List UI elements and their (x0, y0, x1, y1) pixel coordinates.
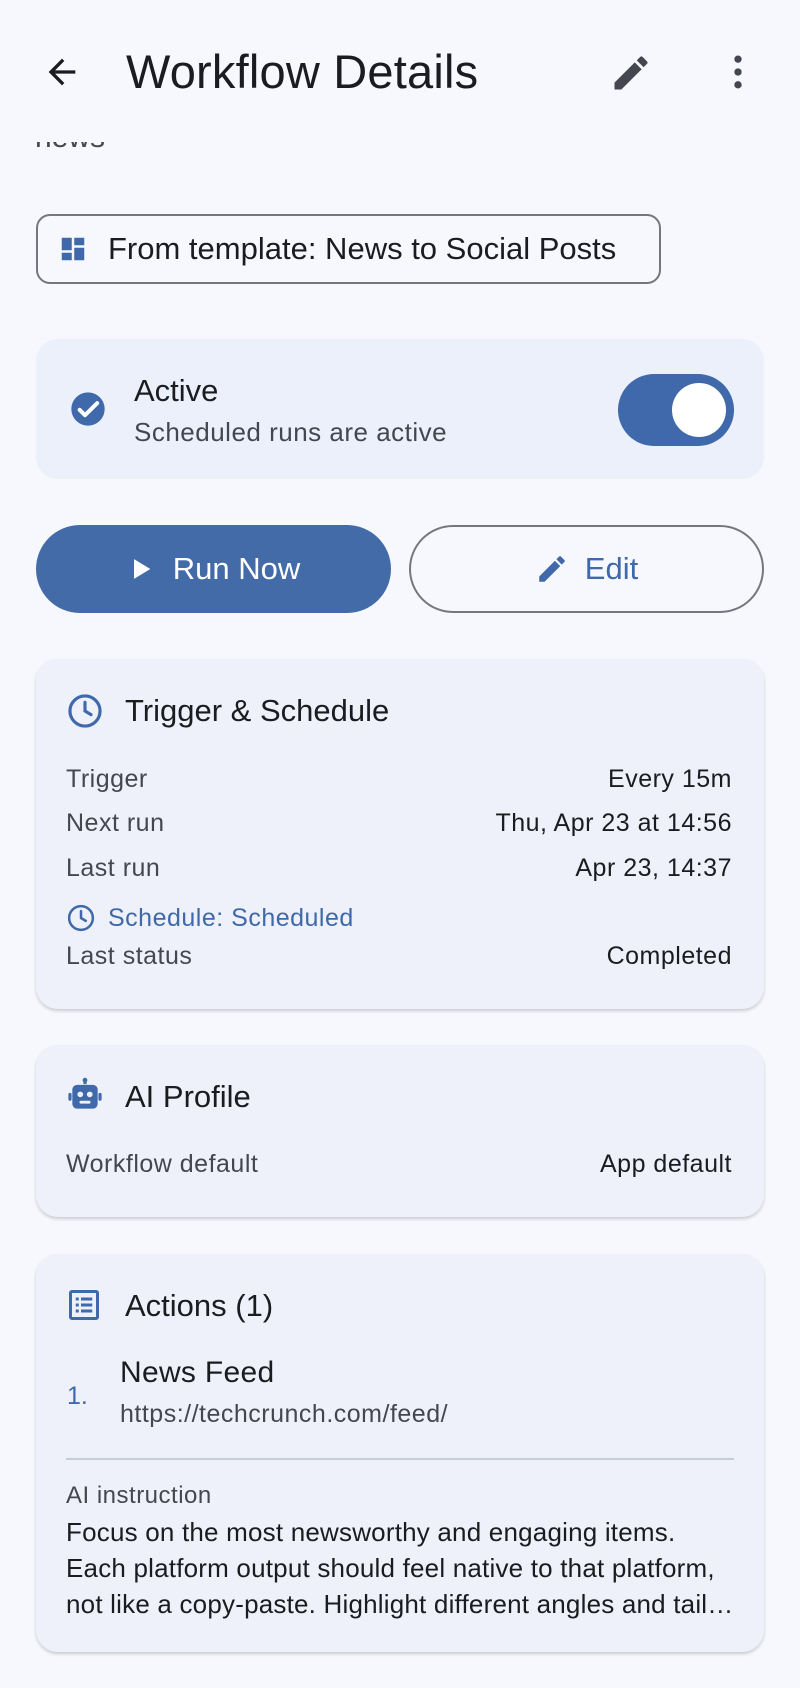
active-subtitle: Scheduled runs are active (134, 417, 448, 447)
toggle-knob (672, 383, 726, 437)
run-now-label: Run Now (172, 551, 301, 586)
edit-workflow-button[interactable] (606, 48, 656, 98)
pencil-icon (614, 56, 648, 90)
schedule-status-text: Schedule: Scheduled (108, 903, 354, 932)
ai-profile-title: AI Profile (125, 1079, 251, 1114)
trigger-label: Trigger (66, 765, 148, 793)
trigger-schedule-card: Trigger & Schedule Trigger Every 15m Nex… (36, 659, 764, 1009)
ai-profile-card[interactable]: AI Profile Workflow default App default (36, 1045, 764, 1217)
schedule-status-link[interactable]: Schedule: Scheduled (66, 903, 354, 933)
trigger-schedule-title: Trigger & Schedule (125, 693, 390, 728)
action-number: 1. (67, 1382, 88, 1410)
more-options-button[interactable] (713, 46, 763, 98)
template-chip-label: From template: News to Social Posts (108, 231, 617, 266)
edit-button[interactable]: Edit (409, 525, 764, 613)
last-run-label: Last run (66, 854, 161, 882)
dashboard-icon (61, 237, 85, 261)
active-toggle[interactable] (618, 374, 734, 446)
trigger-value: Every 15m (608, 765, 732, 793)
active-title: Active (134, 373, 219, 408)
edit-label: Edit (584, 551, 639, 586)
clock-icon (68, 694, 102, 728)
actions-card: Actions (1) 1. News Feed https://techcru… (36, 1254, 764, 1652)
page-title: Workflow Details (126, 45, 479, 98)
next-run-label: Next run (66, 809, 165, 837)
back-button[interactable] (38, 48, 86, 96)
ai-instruction-text: Focus on the most newsworthy and engagin… (66, 1517, 731, 1619)
more-vert-icon (734, 55, 742, 89)
last-run-value: Apr 23, 14:37 (575, 854, 732, 882)
play-icon (133, 559, 151, 579)
last-status-value: Completed (606, 942, 732, 970)
run-now-button[interactable]: Run Now (36, 525, 391, 613)
actions-title: Actions (1) (125, 1288, 274, 1323)
check-circle-icon (71, 392, 105, 426)
next-run-value: Thu, Apr 23 at 14:56 (495, 809, 732, 837)
clock-icon (67, 904, 95, 932)
workflow-default-label: Workflow default (66, 1150, 259, 1178)
arrow-back-icon (48, 58, 76, 86)
ai-instruction-label: AI instruction (66, 1482, 212, 1509)
robot-icon (68, 1077, 102, 1109)
top-app-bar: Workflow Details (0, 0, 800, 142)
workflow-details-screen: news Workflow Details From template: New… (0, 0, 800, 1688)
divider (66, 1458, 734, 1460)
action-url: https://techcrunch.com/feed/ (120, 1400, 449, 1428)
list-icon (69, 1290, 99, 1320)
pencil-icon (539, 556, 565, 582)
template-chip[interactable]: From template: News to Social Posts (36, 214, 661, 284)
last-status-label: Last status (66, 942, 193, 970)
action-title[interactable]: News Feed (120, 1356, 274, 1390)
workflow-default-value: App default (600, 1150, 732, 1178)
active-status-card: Active Scheduled runs are active (36, 339, 764, 479)
